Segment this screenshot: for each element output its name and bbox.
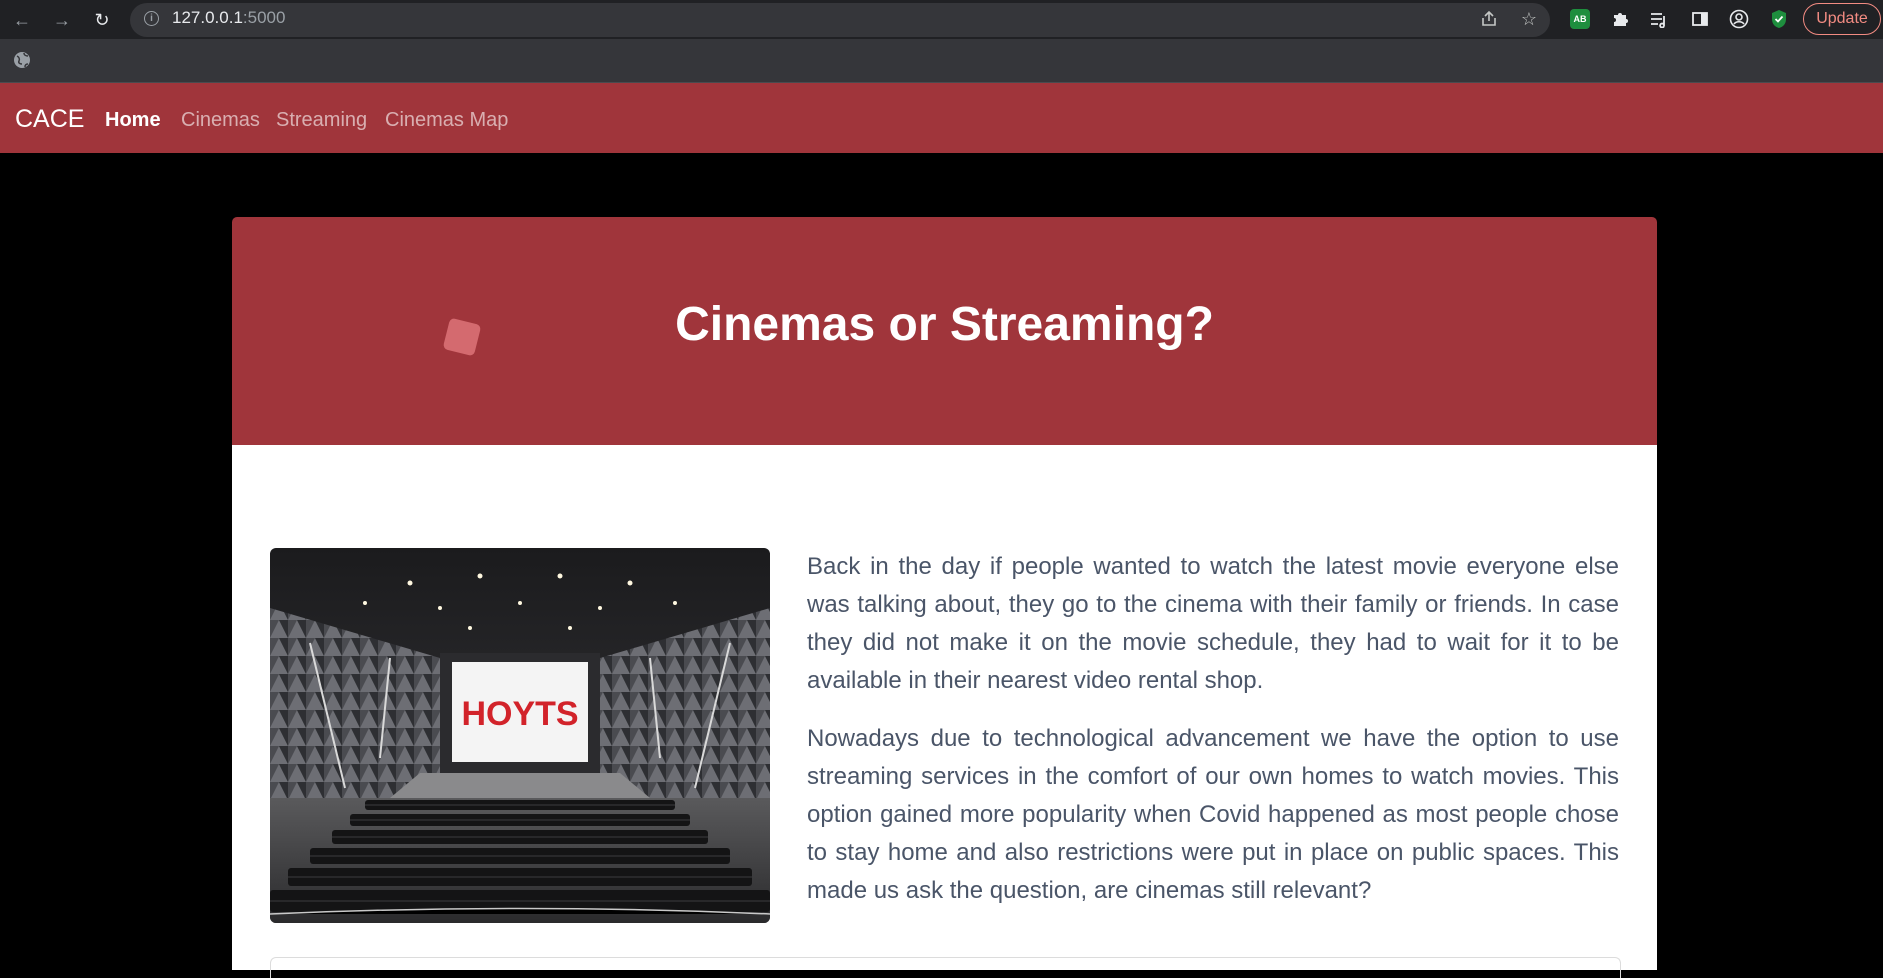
- browser-toolbar: ← → ↻ i 127.0.0.1:5000 ☆ AB Update: [0, 0, 1883, 39]
- profile-icon[interactable]: [1729, 9, 1749, 29]
- nav-home[interactable]: Home: [105, 109, 161, 132]
- next-card: [270, 957, 1621, 978]
- nav-streaming[interactable]: Streaming: [276, 109, 367, 132]
- extensions-puzzle-icon[interactable]: [1610, 9, 1630, 29]
- adblock-label: AB: [1573, 14, 1587, 24]
- reading-list-icon[interactable]: [1649, 9, 1669, 29]
- intro-paragraph-2: Nowadays due to technological advancemen…: [807, 725, 1619, 904]
- bookmark-star-icon[interactable]: ☆: [1518, 8, 1540, 30]
- side-panel-icon[interactable]: [1690, 9, 1710, 29]
- hero-banner: Cinemas or Streaming?: [232, 217, 1657, 445]
- cinema-auditorium-image: HOYTS: [270, 548, 770, 923]
- url-host: 127.0.0.1: [172, 8, 243, 27]
- site-navbar: CACE Home Cinemas Streaming Cinemas Map: [0, 83, 1883, 153]
- globe-icon[interactable]: [13, 51, 31, 69]
- back-icon[interactable]: ←: [8, 6, 36, 34]
- address-bar[interactable]: [130, 3, 1550, 37]
- hero-title: Cinemas or Streaming?: [675, 298, 1214, 351]
- site-brand[interactable]: CACE: [15, 105, 84, 134]
- adblock-extension-icon[interactable]: AB: [1570, 9, 1590, 29]
- reload-icon[interactable]: ↻: [88, 6, 116, 34]
- nav-cinemas[interactable]: Cinemas: [181, 109, 260, 132]
- url-text[interactable]: 127.0.0.1:5000: [172, 8, 285, 28]
- url-port: :5000: [242, 8, 286, 27]
- forward-icon[interactable]: →: [48, 6, 76, 34]
- hoyts-screen-logo: HOYTS: [461, 695, 578, 733]
- info-icon[interactable]: i: [144, 11, 159, 26]
- security-shield-icon[interactable]: [1769, 9, 1789, 29]
- intro-paragraph-1: Back in the day if people wanted to watc…: [807, 553, 1619, 694]
- update-button[interactable]: Update: [1803, 3, 1881, 35]
- intro-text: Back in the day if people wanted to watc…: [807, 548, 1619, 930]
- nav-cinemas-map[interactable]: Cinemas Map: [385, 109, 508, 132]
- share-icon[interactable]: [1478, 8, 1500, 30]
- main-content: HOYTS Back in the day if people wanted t…: [232, 445, 1657, 978]
- bookmarks-bar: [0, 39, 1883, 83]
